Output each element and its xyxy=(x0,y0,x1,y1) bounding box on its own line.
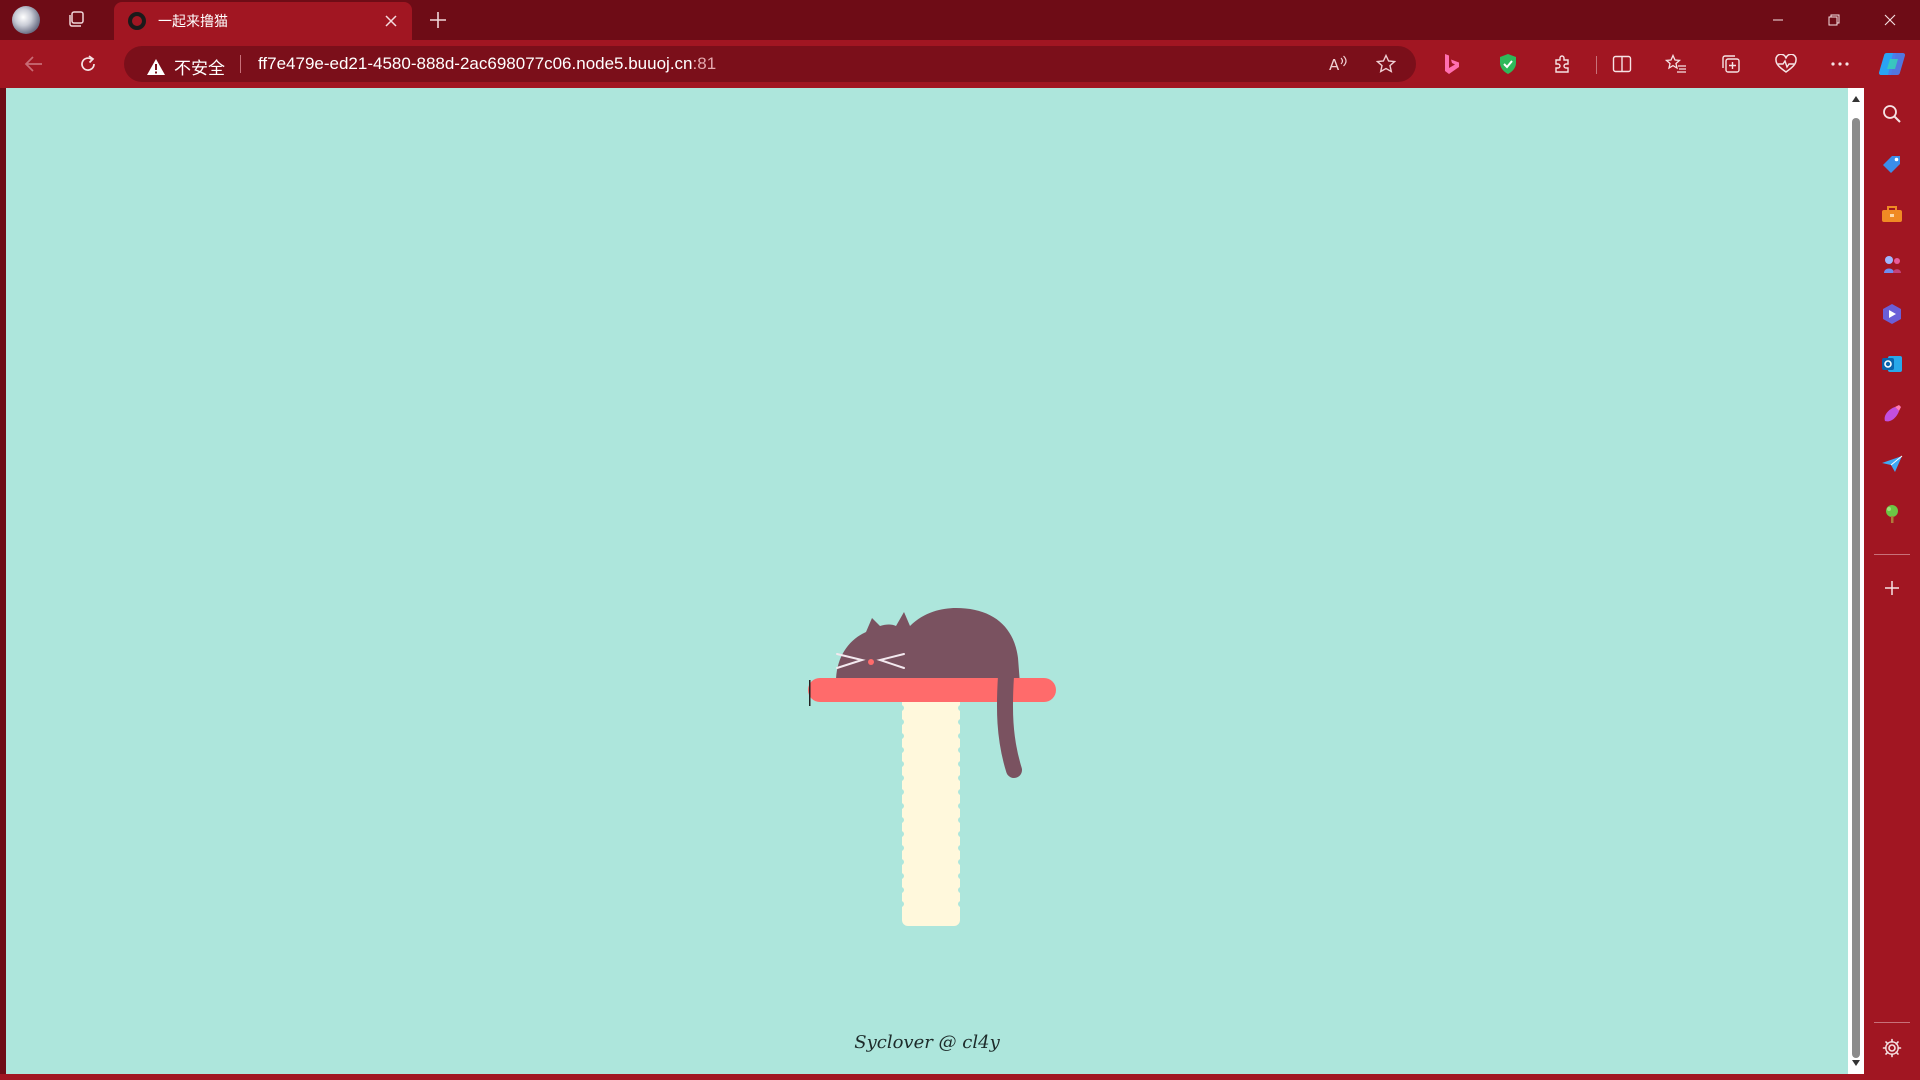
footer-credit: Syclover @ cl4y xyxy=(854,1032,1000,1053)
text-caret xyxy=(809,680,811,706)
scratching-post xyxy=(902,698,960,926)
back-button[interactable] xyxy=(16,48,52,80)
sidebar-designer-button[interactable] xyxy=(1876,398,1908,430)
svg-text:A: A xyxy=(1329,56,1340,74)
sidebar-tools-button[interactable] xyxy=(1876,198,1908,230)
url-host: ff7e479e-ed21-4580-888d-2ac698077c06.nod… xyxy=(258,54,693,73)
address-divider xyxy=(240,55,241,73)
search-icon xyxy=(1883,105,1901,123)
browser-window: 一起来撸猫 不安全 ff7e479e-ed21-4580-888d-2ac698… xyxy=(0,0,1920,1080)
favorites-list-icon xyxy=(1665,54,1686,73)
sidebar-tree-button[interactable] xyxy=(1876,498,1908,530)
cat-nose xyxy=(868,659,874,665)
send-icon xyxy=(1882,455,1903,472)
split-screen-button[interactable] xyxy=(1604,48,1640,80)
minimize-icon xyxy=(1773,19,1783,21)
cat-shelf xyxy=(808,678,1056,702)
profile-avatar xyxy=(12,6,40,34)
sidebar-settings-button[interactable] xyxy=(1876,1032,1908,1064)
workspaces-icon xyxy=(69,11,84,27)
heart-pulse-icon xyxy=(1775,54,1797,73)
window-bottom-border xyxy=(0,1074,1920,1080)
copilot-icon xyxy=(1878,52,1906,76)
security-label: 不安全 xyxy=(174,59,225,79)
adblock-shield-button[interactable] xyxy=(1490,48,1526,80)
new-tab-button[interactable] xyxy=(420,4,456,36)
address-bar[interactable]: 不安全 ff7e479e-ed21-4580-888d-2ac698077c06… xyxy=(124,46,1416,82)
refresh-button[interactable] xyxy=(70,48,106,80)
close-icon xyxy=(1884,14,1896,26)
shopping-tag-icon xyxy=(1883,156,1900,173)
profile-button[interactable] xyxy=(8,4,44,36)
sidebar-shopping-button[interactable] xyxy=(1876,148,1908,180)
warning-icon xyxy=(147,58,165,75)
tab-close-button[interactable] xyxy=(378,8,404,34)
sidebar-divider-bottom xyxy=(1874,1022,1910,1023)
restore-button[interactable] xyxy=(1806,0,1862,40)
scroll-down-arrow-icon[interactable] xyxy=(1851,1058,1861,1068)
cat-face-icon xyxy=(128,12,146,30)
cat-tail xyxy=(996,668,1022,778)
microsoft365-icon xyxy=(1883,304,1901,324)
tab-active[interactable]: 一起来撸猫 xyxy=(114,2,412,40)
star-icon xyxy=(1376,54,1396,73)
more-menu-button[interactable] xyxy=(1822,48,1858,80)
page-viewport: Syclover @ cl4y xyxy=(6,88,1848,1074)
scroll-up-arrow-icon[interactable] xyxy=(1851,94,1861,104)
sidebar-search-button[interactable] xyxy=(1876,98,1908,130)
puzzle-icon xyxy=(1555,55,1569,73)
sidebar-m365-button[interactable] xyxy=(1876,298,1908,330)
bing-button[interactable] xyxy=(1434,48,1470,80)
collections-button[interactable] xyxy=(1713,48,1749,80)
url-port: :81 xyxy=(692,54,717,73)
extensions-button[interactable] xyxy=(1544,48,1580,80)
close-window-button[interactable] xyxy=(1862,0,1918,40)
toolbox-icon xyxy=(1882,206,1902,222)
games-icon xyxy=(1884,256,1901,273)
tab-strip: 一起来撸猫 xyxy=(0,0,1920,40)
tab-title: 一起来撸猫 xyxy=(158,14,228,30)
sidebar-games-button[interactable] xyxy=(1876,248,1908,280)
more-dots-icon xyxy=(1831,62,1849,66)
copilot-button[interactable] xyxy=(1874,48,1910,80)
designer-icon xyxy=(1884,405,1901,422)
workspaces-button[interactable] xyxy=(58,4,94,36)
favorite-star-button[interactable] xyxy=(1370,48,1402,80)
sidebar-add-button[interactable] xyxy=(1876,572,1908,604)
refresh-icon xyxy=(81,55,95,71)
back-arrow-icon xyxy=(24,56,42,72)
scroll-thumb[interactable] xyxy=(1852,118,1860,1058)
close-icon xyxy=(385,15,397,27)
url-text[interactable]: ff7e479e-ed21-4580-888d-2ac698077c06.nod… xyxy=(258,54,716,74)
browser-essentials-button[interactable] xyxy=(1768,48,1804,80)
cat-body xyxy=(836,608,1020,684)
read-aloud-icon: A xyxy=(1329,55,1347,74)
gear-icon xyxy=(1882,1038,1902,1058)
sidebar-outlook-button[interactable] xyxy=(1876,348,1908,380)
collections-icon xyxy=(1722,55,1740,73)
outlook-icon xyxy=(1882,356,1902,372)
plus-icon xyxy=(1885,581,1899,595)
split-screen-icon xyxy=(1612,55,1632,73)
favorites-button[interactable] xyxy=(1658,48,1694,80)
minimize-button[interactable] xyxy=(1750,0,1806,40)
cat-on-post-illustration xyxy=(808,608,1056,926)
read-aloud-button[interactable]: A xyxy=(1322,48,1354,80)
vertical-scrollbar[interactable] xyxy=(1848,88,1864,1074)
edge-sidebar xyxy=(1864,88,1920,1080)
restore-icon xyxy=(1828,14,1840,26)
navigation-toolbar: 不安全 ff7e479e-ed21-4580-888d-2ac698077c06… xyxy=(0,40,1920,88)
tree-icon xyxy=(1886,505,1898,523)
toolbar-separator xyxy=(1596,56,1597,74)
shield-icon xyxy=(1500,54,1516,74)
security-indicator[interactable]: 不安全 xyxy=(146,54,225,79)
sidebar-send-button[interactable] xyxy=(1876,448,1908,480)
plus-icon xyxy=(430,12,446,28)
bing-icon xyxy=(1445,54,1459,74)
sidebar-divider xyxy=(1874,554,1910,555)
